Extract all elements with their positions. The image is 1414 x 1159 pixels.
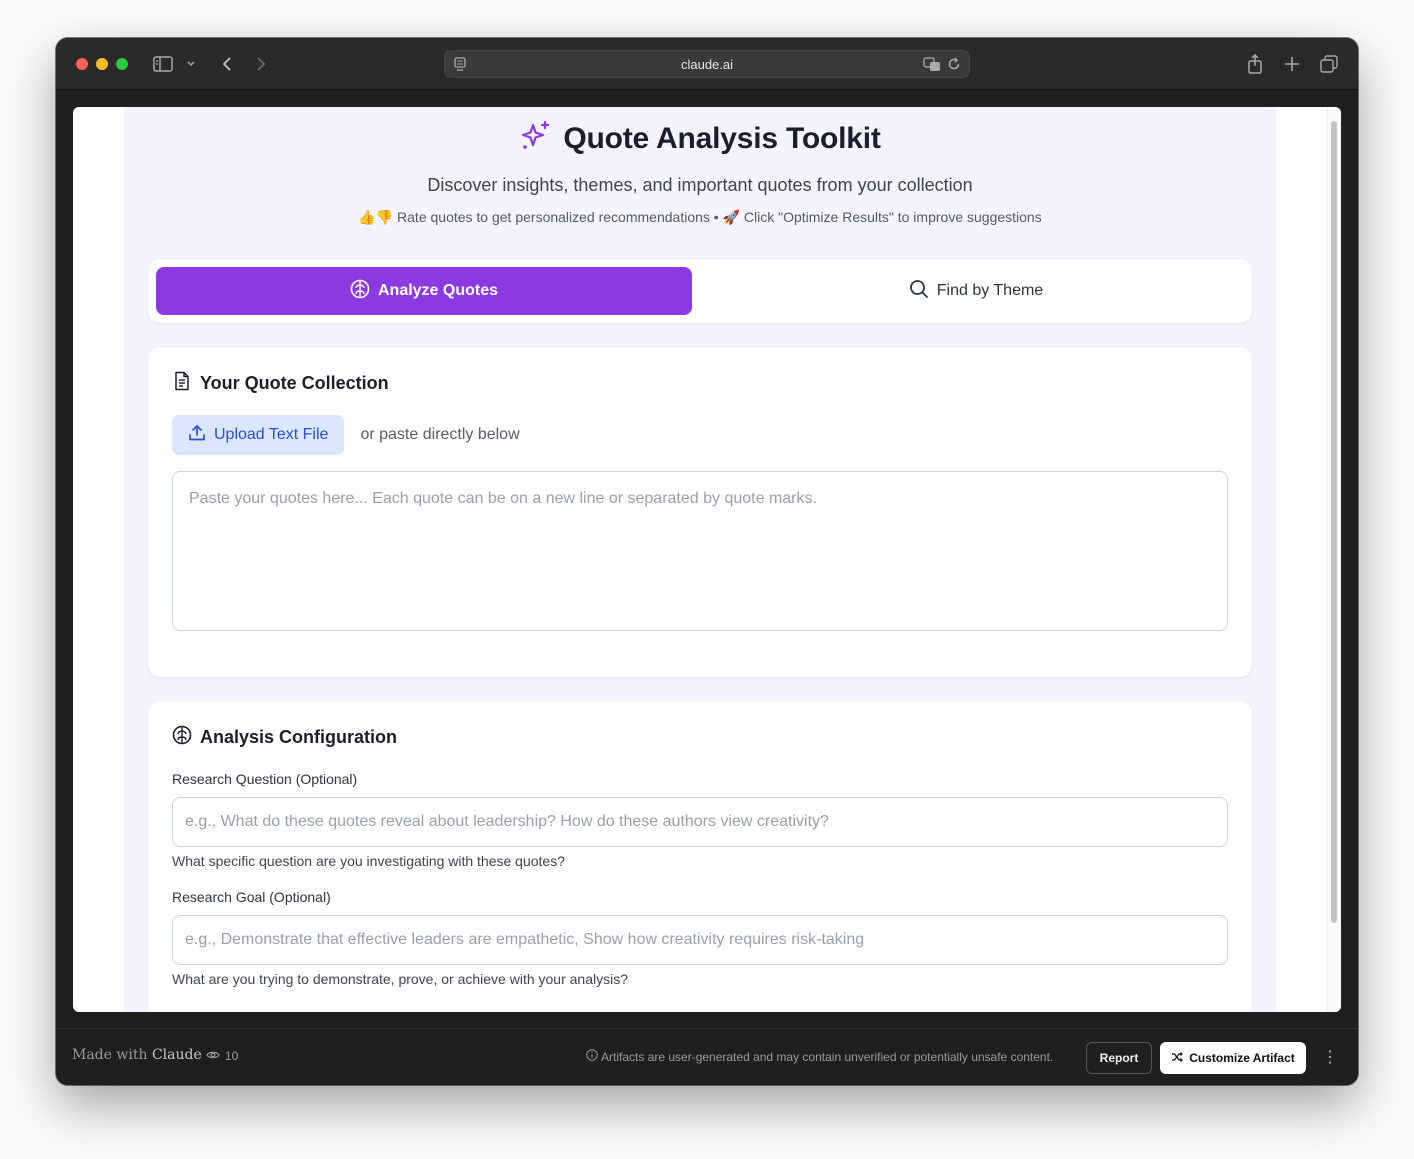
share-icon[interactable] <box>1244 52 1266 76</box>
search-icon <box>909 279 929 304</box>
browser-window: claude.ai Quote Analysis Toolkit Discove… <box>56 38 1358 1085</box>
research-goal-help: What are you trying to demonstrate, prov… <box>172 971 628 987</box>
upload-icon <box>188 424 206 447</box>
chevron-down-icon[interactable] <box>184 52 198 76</box>
page-title: Quote Analysis Toolkit <box>563 121 881 155</box>
research-goal-input[interactable]: e.g., Demonstrate that effective leaders… <box>172 915 1228 965</box>
page-subtitle: Discover insights, themes, and important… <box>427 175 973 195</box>
rating-tip: 👍👎 Rate quotes to get personalized recom… <box>358 209 1042 225</box>
upload-row: Upload Text File or paste directly below <box>172 415 520 455</box>
shuffle-icon <box>1171 1051 1184 1066</box>
eye-icon <box>206 1049 220 1063</box>
tab-find-by-theme[interactable]: Find by Theme <box>708 267 1244 315</box>
research-question-help: What specific question are you investiga… <box>172 853 566 869</box>
disclaimer-text: Artifacts are user-generated and may con… <box>601 1049 1054 1064</box>
tab-label: Find by Theme <box>936 282 1044 299</box>
tab-analyze-quotes[interactable]: Analyze Quotes <box>156 267 692 315</box>
desktop: claude.ai Quote Analysis Toolkit Discove… <box>0 0 1414 1159</box>
collection-title: Your Quote Collection <box>200 373 389 393</box>
view-count-value: 10 <box>225 1049 239 1063</box>
upload-text-file-button[interactable]: Upload Text File <box>172 415 345 455</box>
claude-brand: Claude <box>151 1047 202 1063</box>
config-heading: Analysis Configuration <box>172 725 397 750</box>
back-arrow-icon[interactable] <box>218 52 236 76</box>
brain-icon <box>350 279 370 304</box>
safety-disclaimer: Artifacts are user-generated and may con… <box>586 1049 1053 1064</box>
scrollbar-thumb[interactable] <box>1331 121 1337 923</box>
forward-arrow-icon[interactable] <box>252 52 270 76</box>
paste-hint: or paste directly below <box>360 426 520 443</box>
made-with-claude[interactable]: Made with Claude <box>72 1047 202 1063</box>
minimize-window-button[interactable] <box>96 58 108 70</box>
config-title: Analysis Configuration <box>200 727 398 747</box>
url-text: claude.ai <box>680 57 734 72</box>
address-bar[interactable]: claude.ai <box>444 50 970 78</box>
scrollbar[interactable] <box>1327 107 1341 1012</box>
info-icon <box>586 1049 598 1064</box>
quote-collection-card: Your Quote Collection Upload Text File o… <box>148 347 1252 677</box>
sidebar-toggle-icon[interactable] <box>152 52 174 76</box>
report-button[interactable]: Report <box>1086 1042 1152 1074</box>
document-icon <box>172 371 192 396</box>
analysis-configuration-card: Analysis Configuration Research Question… <box>148 701 1252 1012</box>
page-header: Quote Analysis Toolkit <box>124 119 1276 158</box>
mode-tabs: Analyze Quotes Find by Theme <box>148 259 1252 323</box>
new-tab-icon[interactable] <box>1281 52 1303 76</box>
brain-icon <box>172 725 192 750</box>
sparkles-icon <box>519 119 553 158</box>
more-options-icon[interactable]: ⋮ <box>1322 1047 1338 1067</box>
view-count: 10 <box>206 1049 238 1063</box>
customize-artifact-button[interactable]: Customize Artifact <box>1160 1042 1306 1074</box>
browser-titlebar: claude.ai <box>56 38 1358 90</box>
made-with-prefix: Made with <box>72 1047 148 1063</box>
translate-icon[interactable] <box>923 56 941 72</box>
close-window-button[interactable] <box>76 58 88 70</box>
page-viewport: Quote Analysis Toolkit Discover insights… <box>73 107 1341 1012</box>
maximize-window-button[interactable] <box>116 58 128 70</box>
customize-label: Customize Artifact <box>1189 1051 1295 1065</box>
tab-label: Analyze Quotes <box>377 282 499 299</box>
tab-overview-icon[interactable] <box>1318 52 1340 76</box>
collection-heading: Your Quote Collection <box>172 371 389 396</box>
reload-icon[interactable] <box>947 56 961 72</box>
research-question-label: Research Question (Optional) <box>172 771 358 787</box>
upload-button-label: Upload Text File <box>214 426 329 443</box>
research-goal-label: Research Goal (Optional) <box>172 889 331 905</box>
quotes-textarea[interactable]: Paste your quotes here... Each quote can… <box>172 471 1228 631</box>
research-question-input[interactable]: e.g., What do these quotes reveal about … <box>172 797 1228 847</box>
artifact-footer: Made with Claude 10 Artifacts are user-g… <box>56 1028 1358 1085</box>
app-container: Quote Analysis Toolkit Discover insights… <box>124 107 1276 1012</box>
